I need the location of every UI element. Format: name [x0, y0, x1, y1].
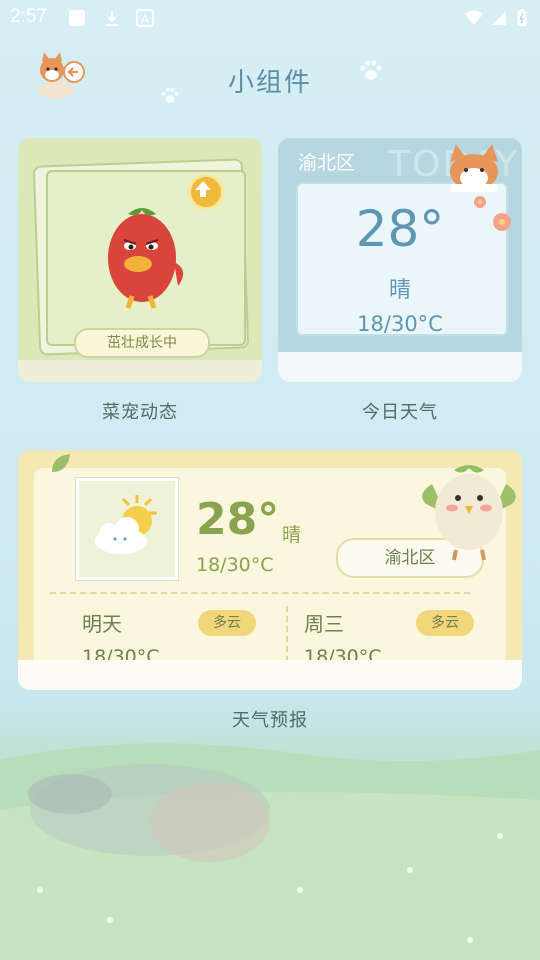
paw-icon — [161, 87, 179, 103]
plant-pet-widget[interactable]: 茁壮成长中 — [18, 138, 262, 382]
svg-text:A: A — [141, 13, 149, 26]
today-temperature: 28° — [355, 200, 445, 258]
today-weather-caption: 今日天气 — [362, 402, 438, 423]
card-bottom — [18, 660, 522, 690]
chick-mascot-icon — [422, 465, 516, 561]
forecast-widget[interactable]: 28° 晴 18/30°C 渝北区 明天 多云 18/30°C 周三 多云 18… — [18, 450, 522, 690]
day-name: 周三 — [304, 612, 344, 636]
card-bottom — [18, 360, 262, 382]
battery-icon — [517, 9, 527, 27]
leaf-icon — [52, 454, 70, 472]
today-condition: 晴 — [388, 278, 411, 303]
forecast-condition: 晴 — [282, 524, 302, 546]
sun-cloud-icon — [95, 495, 157, 554]
signal-icon — [492, 11, 506, 25]
wifi-icon — [465, 10, 483, 25]
status-time: 2:57 — [10, 6, 47, 27]
weather-city: 渝北区 — [298, 152, 356, 174]
upgrade-button[interactable] — [188, 174, 224, 210]
plant-widget-caption: 菜宠动态 — [102, 402, 178, 423]
card-bottom — [278, 352, 522, 382]
grass-cat-illustration — [0, 743, 540, 960]
weather-photo — [76, 478, 178, 580]
corgi-icon — [450, 144, 498, 192]
paw-icon — [360, 60, 382, 80]
tomato-duck-pet-icon — [108, 208, 184, 309]
forecast-caption: 天气预报 — [232, 710, 308, 731]
divider — [50, 592, 470, 594]
day-condition-pill: 多云 — [416, 610, 474, 636]
forecast-temperature: 28° — [196, 494, 280, 545]
status-bar: 2:57 A — [0, 0, 540, 36]
today-weather-widget[interactable]: TODAY 渝北区 28° 晴 18/30°C — [278, 138, 522, 382]
download-icon — [106, 11, 118, 26]
page-title: 小组件 — [227, 68, 312, 98]
day-condition-pill: 多云 — [198, 610, 256, 636]
today-temp-range: 18/30°C — [357, 312, 443, 336]
notification-square-icon — [69, 10, 85, 26]
growth-status-badge: 茁壮成长中 — [74, 328, 210, 358]
arrow-up-icon — [195, 181, 211, 197]
forecast-temp-range: 18/30°C — [196, 554, 274, 576]
font-a-icon: A — [136, 9, 154, 27]
day-name: 明天 — [82, 612, 122, 636]
